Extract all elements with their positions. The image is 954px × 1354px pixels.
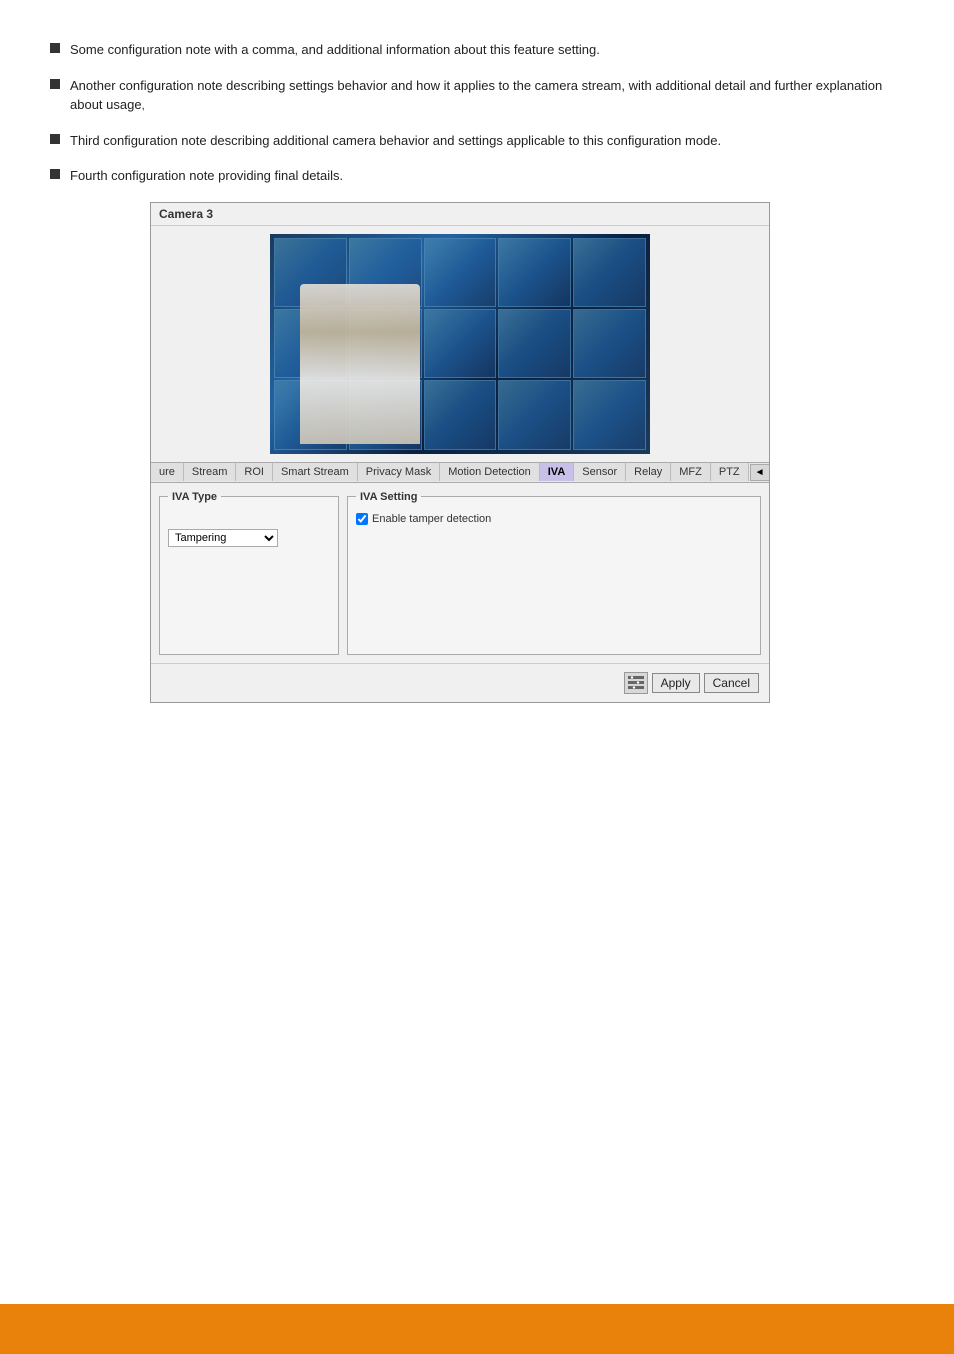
tab-smart-stream[interactable]: Smart Stream (273, 463, 358, 481)
monitor-cell (424, 309, 497, 378)
bullet-text-1: Some configuration note with a comma, an… (70, 40, 600, 60)
monitor-cell (498, 380, 571, 449)
monitor-cell (573, 380, 646, 449)
tab-stream[interactable]: Stream (184, 463, 236, 481)
bullet-item-1: Some configuration note with a comma, an… (50, 40, 904, 60)
tabs-bar: ure Stream ROI Smart Stream Privacy Mask… (151, 462, 769, 483)
iva-setting-fieldset: IVA Setting Enable tamper detection (347, 491, 761, 655)
tab-ptz[interactable]: PTZ (711, 463, 749, 481)
tab-privacy-mask[interactable]: Privacy Mask (358, 463, 440, 481)
iva-type-legend: IVA Type (168, 491, 221, 503)
settings-icon (628, 676, 644, 690)
enable-tamper-label: Enable tamper detection (372, 513, 491, 525)
enable-tamper-row: Enable tamper detection (356, 513, 752, 525)
bullet-item-4: Fourth configuration note providing fina… (50, 166, 904, 186)
bullet-item-3: Third configuration note describing addi… (50, 131, 904, 151)
iva-setting-legend: IVA Setting (356, 491, 421, 503)
bullet-text-4: Fourth configuration note providing fina… (70, 166, 343, 186)
enable-tamper-checkbox[interactable] (356, 513, 368, 525)
tab-roi[interactable]: ROI (236, 463, 273, 481)
monitor-cell (424, 380, 497, 449)
bottom-bar (0, 1304, 954, 1354)
camera-panel: Camera 3 (150, 202, 770, 703)
tab-ure[interactable]: ure (151, 463, 184, 481)
apply-button[interactable]: Apply (652, 673, 700, 693)
tab-mfz[interactable]: MFZ (671, 463, 711, 481)
cancel-button[interactable]: Cancel (704, 673, 759, 693)
bullet-item-2: Another configuration note describing se… (50, 76, 904, 115)
iva-type-dropdown[interactable]: Tampering Motion Line Crossing Intrusion (168, 529, 278, 547)
iva-type-dropdown-row: Tampering Motion Line Crossing Intrusion (168, 529, 330, 547)
tab-motion-detection[interactable]: Motion Detection (440, 463, 540, 481)
monitor-cell (498, 238, 571, 307)
bullet-icon-4 (50, 169, 60, 179)
tab-sensor[interactable]: Sensor (574, 463, 626, 481)
monitor-cell (573, 309, 646, 378)
bullet-text-2: Another configuration note describing se… (70, 76, 904, 115)
monitor-cell (498, 309, 571, 378)
monitor-cell (424, 238, 497, 307)
tab-nav-left[interactable]: ◄ (750, 464, 769, 481)
button-bar: Apply Cancel (151, 663, 769, 702)
bullet-icon-2 (50, 79, 60, 89)
monitor-cell (573, 238, 646, 307)
tab-iva[interactable]: IVA (540, 463, 575, 481)
person-figure (300, 284, 420, 444)
bullet-icon-3 (50, 134, 60, 144)
tab-content: IVA Type Tampering Motion Line Crossing … (151, 483, 769, 663)
tab-relay[interactable]: Relay (626, 463, 671, 481)
iva-type-fieldset: IVA Type Tampering Motion Line Crossing … (159, 491, 339, 655)
camera-title: Camera 3 (151, 203, 769, 226)
camera-video (270, 234, 650, 454)
bullet-icon-1 (50, 43, 60, 53)
settings-icon-button[interactable] (624, 672, 648, 694)
bullet-text-3: Third configuration note describing addi… (70, 131, 721, 151)
camera-video-area (151, 226, 769, 462)
